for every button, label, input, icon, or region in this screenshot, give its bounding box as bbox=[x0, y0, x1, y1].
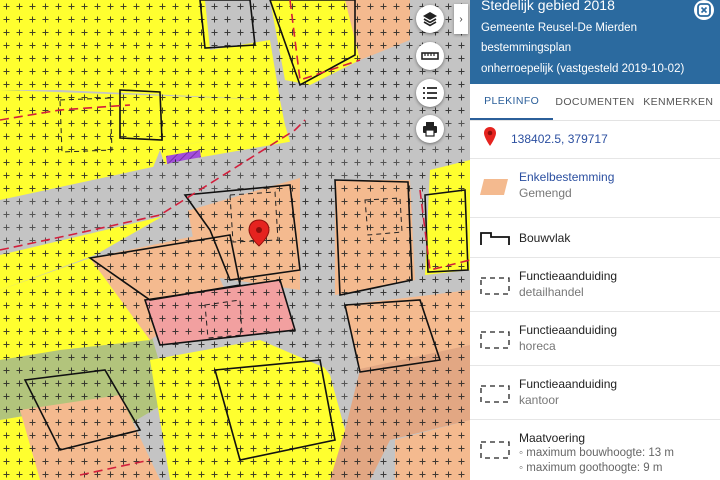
legend-entry: Maatvoering ◦ maximum bouwhoogte: 13 m ◦… bbox=[470, 420, 720, 480]
legend-entry-sub: Gemengd bbox=[519, 186, 572, 200]
zoning-map[interactable] bbox=[0, 0, 470, 480]
legend-button[interactable] bbox=[416, 79, 444, 107]
measurement-item: ◦ maximum goothoogte: 9 m bbox=[519, 462, 663, 474]
ruler-icon bbox=[421, 52, 439, 60]
dashed-swatch-icon bbox=[480, 441, 510, 459]
legend-entry: Bouwvlak bbox=[470, 218, 720, 258]
layers-icon bbox=[423, 12, 437, 27]
dashed-swatch-icon bbox=[480, 385, 510, 403]
legend-entry-title: Functieaanduiding bbox=[519, 377, 618, 391]
measure-button[interactable] bbox=[416, 42, 444, 70]
legend-entry: Functieaanduiding kantoor bbox=[470, 366, 720, 420]
measurement-text: maximum goothoogte: 9 m bbox=[526, 462, 663, 474]
coordinates-value[interactable]: 138402.5, 379717 bbox=[511, 131, 608, 147]
measurement-item: ◦ maximum bouwhoogte: 13 m bbox=[519, 447, 674, 459]
municipality: Gemeente Reusel-De Mierden bbox=[481, 22, 637, 34]
tab-documenten[interactable]: DOCUMENTEN bbox=[553, 84, 636, 120]
close-button[interactable] bbox=[694, 0, 714, 20]
map-pin-icon bbox=[484, 127, 496, 146]
chevron-right-icon: › bbox=[459, 13, 463, 25]
plus-pattern bbox=[0, 0, 470, 480]
panel-header: Stedelijk gebied 2018 Gemeente Reusel-De… bbox=[470, 0, 720, 84]
bouwvlak-swatch-icon bbox=[480, 232, 510, 245]
legend-entry: Functieaanduiding horeca bbox=[470, 312, 720, 366]
close-icon bbox=[697, 3, 711, 17]
tab-bar: PLEKINFO DOCUMENTEN KENMERKEN bbox=[470, 84, 720, 121]
legend-entry-title[interactable]: Enkelbestemming bbox=[519, 169, 614, 185]
dashed-swatch-icon bbox=[480, 331, 510, 349]
legend-entry-title: Bouwvlak bbox=[519, 231, 571, 245]
dashed-swatch-icon bbox=[480, 277, 510, 295]
collapse-panel-button[interactable]: › bbox=[454, 4, 468, 34]
plan-status: onherroepelijk (vastgesteld 2019-10-02) bbox=[481, 63, 685, 75]
plan-title: Stedelijk gebied 2018 bbox=[481, 0, 615, 13]
legend-entry-title: Functieaanduiding bbox=[519, 323, 618, 337]
list-icon bbox=[423, 87, 437, 99]
legend-entry-title: Maatvoering bbox=[519, 431, 586, 445]
coordinates-row: 138402.5, 379717 bbox=[470, 121, 720, 159]
plan-type: bestemmingsplan bbox=[481, 42, 572, 54]
layers-button[interactable] bbox=[416, 5, 444, 33]
map-view[interactable]: › bbox=[0, 0, 470, 480]
legend-entry-sub: horeca bbox=[519, 339, 556, 353]
mixed-use-swatch-icon bbox=[480, 179, 508, 195]
print-button[interactable] bbox=[416, 115, 444, 143]
legend-entry: Enkelbestemming Gemengd bbox=[470, 159, 720, 218]
measurement-text: maximum bouwhoogte: 13 m bbox=[526, 447, 674, 459]
printer-icon bbox=[423, 122, 437, 137]
legend-entry-sub: kantoor bbox=[519, 393, 560, 407]
tab-kenmerken[interactable]: KENMERKEN bbox=[637, 84, 720, 120]
info-panel: Stedelijk gebied 2018 Gemeente Reusel-De… bbox=[470, 0, 720, 480]
tab-plekinfo[interactable]: PLEKINFO bbox=[470, 84, 554, 120]
legend-entry: Functieaanduiding detailhandel bbox=[470, 258, 720, 312]
legend-entry-title: Functieaanduiding bbox=[519, 269, 618, 283]
legend-entry-sub: detailhandel bbox=[519, 285, 584, 299]
